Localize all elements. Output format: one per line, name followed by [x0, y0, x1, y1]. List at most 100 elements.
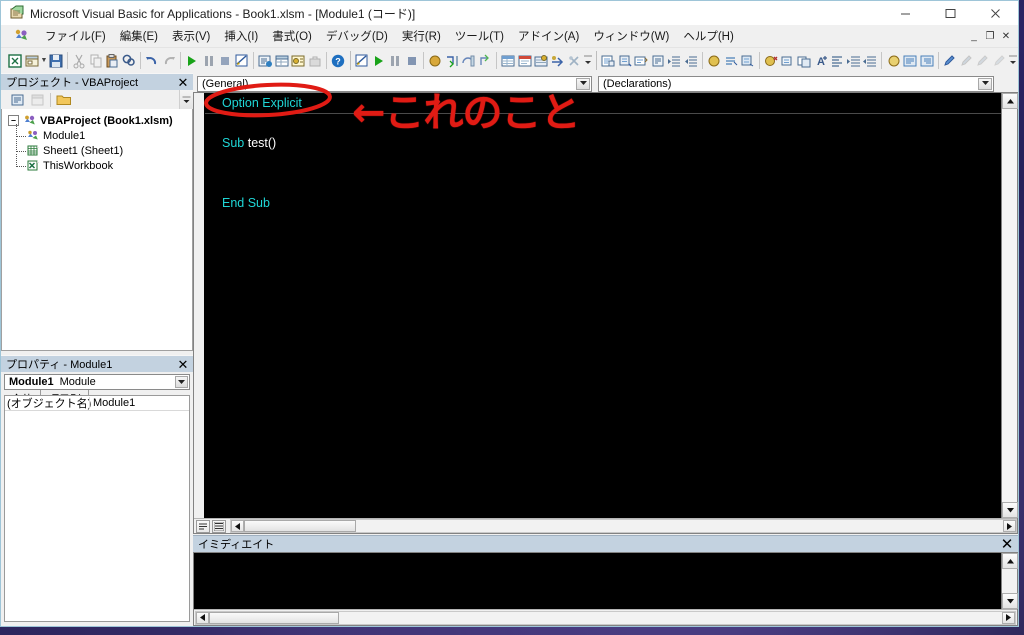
mdi-close-button[interactable]: ✕	[998, 28, 1014, 44]
bookmark-paste-icon[interactable]	[779, 50, 796, 71]
mdi-restore-button[interactable]: ❐	[982, 28, 998, 44]
indent-less-icon[interactable]	[862, 50, 879, 71]
properties-row[interactable]: (オブジェクト名) Module1	[5, 396, 189, 411]
menu-item-file[interactable]: ファイル(F)	[38, 26, 113, 46]
outdent-icon[interactable]	[683, 50, 700, 71]
view-object-panel-icon[interactable]	[27, 91, 47, 109]
full-module-view-icon[interactable]	[212, 519, 226, 533]
save-icon[interactable]	[48, 50, 65, 71]
immediate-window-close-button[interactable]: ✕	[1000, 536, 1014, 552]
tree-item-module1[interactable]: Module1	[2, 124, 192, 143]
list-constants-icon[interactable]	[649, 50, 666, 71]
clear-bookmarks-icon[interactable]	[762, 50, 779, 71]
toggle-bookmark-icon[interactable]	[706, 50, 723, 71]
chevron-down-icon[interactable]	[175, 376, 188, 388]
menu-item-tools[interactable]: ツール(T)	[448, 26, 511, 46]
tree-item-vbaproject[interactable]: − VBAProject (Book1.xlsm)	[2, 113, 192, 128]
scroll-left-icon[interactable]	[231, 520, 244, 532]
scroll-down-icon[interactable]	[1002, 593, 1018, 609]
chevron-down-icon[interactable]	[576, 77, 590, 90]
code-vertical-scrollbar[interactable]	[1001, 93, 1018, 518]
project-explorer-close-button[interactable]: ✕	[176, 74, 190, 90]
horizontal-scrollbar-thumb[interactable]	[209, 611, 339, 624]
pause-icon2[interactable]	[387, 50, 404, 71]
code-horizontal-scrollbar[interactable]	[230, 519, 1017, 533]
horizontal-scrollbar-thumb[interactable]	[244, 520, 356, 532]
window-close-button[interactable]	[973, 1, 1018, 25]
menu-item-window[interactable]: ウィンドウ(W)	[586, 26, 676, 46]
format-icon[interactable]	[829, 50, 846, 71]
chevron-down-icon[interactable]	[978, 77, 992, 90]
menu-item-run[interactable]: 実行(R)	[395, 26, 448, 46]
locals-window-icon[interactable]	[500, 50, 517, 71]
scroll-up-icon[interactable]	[1002, 553, 1018, 569]
properties-close-button[interactable]: ✕	[176, 356, 190, 372]
code-margin-indicator-bar[interactable]	[194, 93, 205, 533]
menu-item-debug[interactable]: デバッグ(D)	[319, 26, 395, 46]
breakpoint-icon[interactable]	[427, 50, 444, 71]
undo-icon[interactable]	[144, 50, 161, 71]
paste-icon[interactable]	[104, 50, 121, 71]
window-minimize-button[interactable]	[883, 1, 928, 25]
code-text-area[interactable]: Option Explicit Sub test() End Sub	[205, 93, 1001, 518]
immediate-window-body[interactable]	[193, 552, 1018, 626]
scroll-down-icon[interactable]	[1002, 502, 1018, 518]
toolbar-grip[interactable]	[348, 51, 352, 70]
watch-window-icon[interactable]	[533, 50, 550, 71]
break-icon[interactable]	[201, 50, 218, 71]
toolbar-overflow-icon[interactable]	[583, 50, 593, 71]
tree-item-sheet1[interactable]: Sheet1 (Sheet1)	[2, 139, 192, 158]
project-explorer-scroll-button[interactable]	[179, 90, 193, 110]
immediate-window-icon[interactable]	[516, 50, 533, 71]
call-stack-icon[interactable]	[566, 50, 583, 71]
step-over-icon[interactable]	[460, 50, 477, 71]
indent-more-icon[interactable]	[845, 50, 862, 71]
bookmark-toggle2-icon[interactable]	[885, 50, 902, 71]
menu-item-edit[interactable]: 編集(E)	[113, 26, 165, 46]
prev-bookmark-icon[interactable]	[739, 50, 756, 71]
design-mode-icon[interactable]	[234, 50, 251, 71]
reset-icon[interactable]	[217, 50, 234, 71]
properties-grid[interactable]: (オブジェクト名) Module1	[4, 395, 190, 622]
scroll-right-icon[interactable]	[1002, 611, 1015, 624]
procedure-view-icon[interactable]	[196, 519, 210, 533]
project-explorer-icon[interactable]	[257, 50, 274, 71]
property-value[interactable]: Module1	[89, 397, 189, 409]
immediate-vertical-scrollbar[interactable]	[1001, 553, 1018, 609]
stop-icon2[interactable]	[403, 50, 420, 71]
window-maximize-button[interactable]	[928, 1, 973, 25]
project-tree[interactable]: − VBAProject (Book1.xlsm) Module1 Sheet1…	[1, 109, 193, 351]
quick-info-icon[interactable]	[616, 50, 633, 71]
scroll-left-icon[interactable]	[196, 611, 209, 624]
scroll-up-icon[interactable]	[1002, 93, 1018, 109]
menu-item-help[interactable]: ヘルプ(H)	[676, 26, 740, 46]
view-object-icon[interactable]	[24, 50, 41, 71]
declarations-combo[interactable]: (Declarations)	[598, 75, 994, 92]
menu-item-insert[interactable]: 挿入(I)	[217, 26, 265, 46]
mdi-minimize-button[interactable]: _	[966, 28, 982, 44]
find-icon[interactable]	[121, 50, 138, 71]
object-browser-icon[interactable]	[290, 50, 307, 71]
scroll-right-icon[interactable]	[1003, 520, 1016, 532]
toolbar-grip-2[interactable]	[594, 51, 598, 70]
menu-item-format[interactable]: 書式(O)	[265, 26, 319, 46]
view-code-icon[interactable]	[7, 91, 27, 109]
view-dropdown-icon[interactable]: ▼	[40, 50, 48, 71]
run-icon[interactable]	[184, 50, 201, 71]
complete-word-icon[interactable]	[600, 50, 617, 71]
pencil-dim3-icon[interactable]	[991, 50, 1008, 71]
align-left-icon[interactable]	[902, 50, 919, 71]
toolbox-icon[interactable]	[307, 50, 324, 71]
properties-window-icon[interactable]	[274, 50, 291, 71]
view-excel-icon[interactable]	[7, 50, 24, 71]
parameter-info-icon[interactable]	[633, 50, 650, 71]
procedure-scope-combo[interactable]: (General)	[197, 75, 592, 92]
align-right-icon[interactable]	[918, 50, 935, 71]
menu-item-view[interactable]: 表示(V)	[165, 26, 217, 46]
next-bookmark-icon[interactable]	[723, 50, 740, 71]
cut-icon[interactable]	[71, 50, 88, 71]
edit-pencil-icon[interactable]	[942, 50, 959, 71]
indent-icon[interactable]	[666, 50, 683, 71]
help-icon[interactable]: ?	[330, 50, 347, 71]
quick-watch-icon[interactable]	[550, 50, 567, 71]
